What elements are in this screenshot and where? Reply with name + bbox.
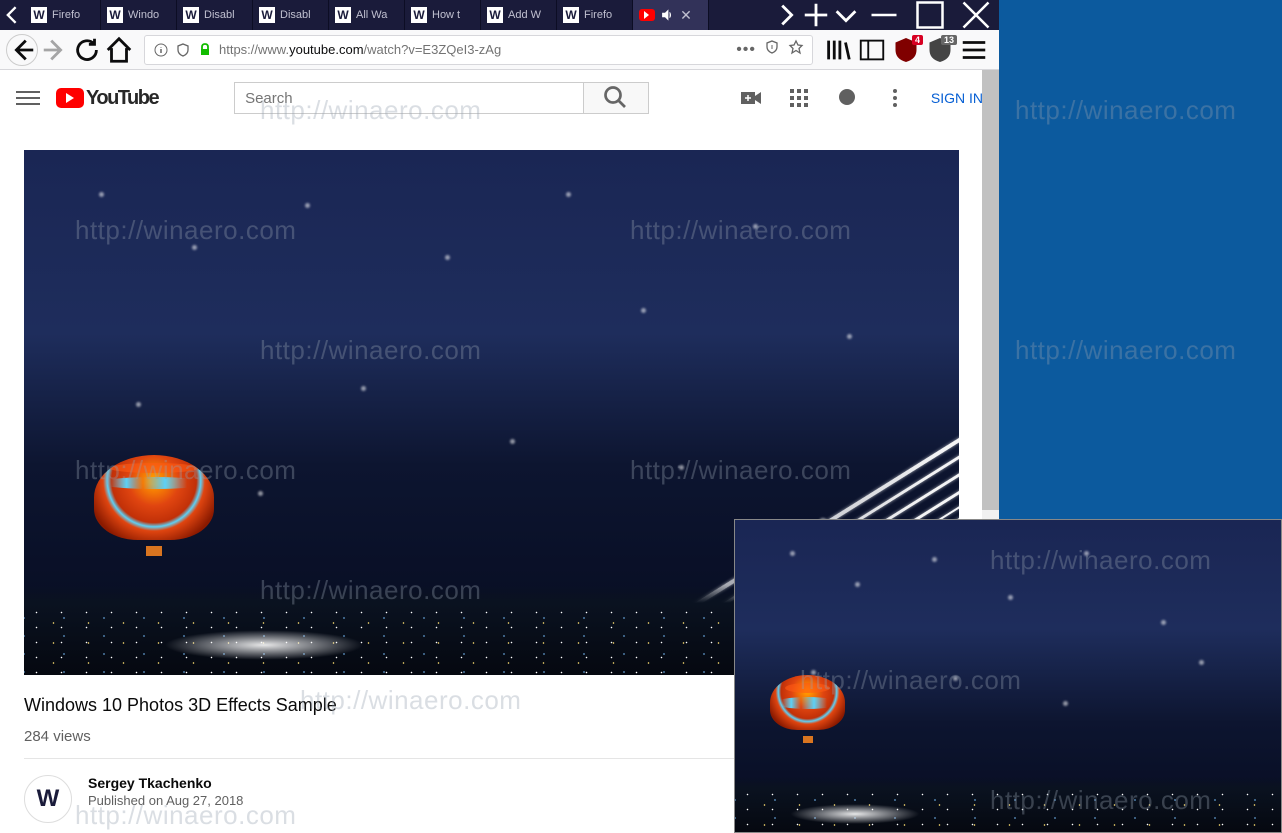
channel-avatar[interactable]: W [24, 775, 72, 823]
nav-reload[interactable] [72, 35, 102, 65]
watermark: http://winaero.com [1015, 335, 1236, 366]
favicon-winaero: W [31, 7, 47, 23]
tab-7[interactable]: W Add W [481, 0, 557, 30]
app-menu-icon[interactable] [959, 35, 989, 65]
favicon-winaero: W [563, 7, 579, 23]
window-minimize[interactable] [861, 0, 907, 30]
tab-close[interactable]: ✕ [679, 8, 693, 22]
tab-scroll-left[interactable] [0, 0, 25, 30]
page-actions-icon[interactable]: ••• [736, 41, 756, 59]
favicon-youtube [639, 9, 655, 21]
tab-label: Disabl [204, 9, 235, 21]
tab-4[interactable]: W Disabl [253, 0, 329, 30]
tab-6[interactable]: W How t [405, 0, 481, 30]
favicon-winaero: W [487, 7, 503, 23]
sidebar-icon[interactable] [857, 35, 887, 65]
tabs: W Firefo W Windo W Disabl W Disabl W All Wa W… [25, 0, 709, 30]
sign-in-button[interactable]: SIGN IN [931, 90, 983, 106]
nav-home[interactable] [104, 35, 134, 65]
bookmark-icon[interactable] [788, 39, 804, 60]
tab-label: Firefo [52, 9, 80, 21]
tab-2[interactable]: W Windo [101, 0, 177, 30]
lock-icon[interactable] [197, 42, 213, 58]
youtube-menu-icon[interactable] [16, 86, 40, 110]
url-text: https://www.youtube.com/watch?v=E3ZQeI3-… [219, 42, 730, 57]
library-icon[interactable] [823, 35, 853, 65]
youtube-logo-icon [56, 88, 84, 108]
publish-date: Published on Aug 27, 2018 [88, 793, 243, 808]
favicon-winaero: W [107, 7, 123, 23]
extension-umatrix-icon[interactable]: 13 [925, 35, 955, 65]
tracking-icon[interactable] [175, 42, 191, 58]
nav-forward [40, 35, 70, 65]
reader-icon[interactable] [764, 39, 780, 60]
youtube-search [234, 82, 649, 114]
search-input[interactable] [234, 82, 584, 114]
info-icon[interactable] [153, 42, 169, 58]
tabs-list-button[interactable] [831, 0, 861, 30]
titlebar: W Firefo W Windo W Disabl W Disabl W All Wa W… [0, 0, 999, 30]
youtube-logo-text: YouTube [86, 87, 158, 110]
window-close[interactable] [953, 0, 999, 30]
favicon-winaero: W [335, 7, 351, 23]
search-button[interactable] [584, 82, 649, 114]
tab-label: Disabl [280, 9, 311, 21]
pip-cityscape [735, 777, 1281, 832]
new-tab-button[interactable] [801, 0, 831, 30]
youtube-logo[interactable]: YouTube [56, 87, 158, 110]
tab-label: All Wa [356, 9, 387, 21]
picture-in-picture[interactable] [734, 519, 1282, 833]
apps-icon[interactable] [787, 86, 811, 110]
nav-back[interactable] [6, 34, 38, 66]
channel-name[interactable]: Sergey Tkachenko [88, 775, 243, 791]
tab-label: Firefo [584, 9, 612, 21]
badge: 4 [912, 35, 923, 45]
tab-5[interactable]: W All Wa [329, 0, 405, 30]
settings-icon[interactable] [883, 86, 907, 110]
badge: 13 [941, 35, 957, 45]
window-maximize[interactable] [907, 0, 953, 30]
tab-label: Add W [508, 9, 541, 21]
tab-active-youtube[interactable]: ✕ [633, 0, 709, 30]
favicon-winaero: W [183, 7, 199, 23]
tab-3[interactable]: W Disabl [177, 0, 253, 30]
pip-balloon [770, 675, 845, 745]
url-bar[interactable]: https://www.youtube.com/watch?v=E3ZQeI3-… [144, 35, 813, 65]
navbar: https://www.youtube.com/watch?v=E3ZQeI3-… [0, 30, 999, 70]
create-video-icon[interactable] [739, 86, 763, 110]
youtube-header: YouTube SIGN IN [0, 70, 999, 126]
messages-icon[interactable] [835, 86, 859, 110]
tab-1[interactable]: W Firefo [25, 0, 101, 30]
tab-8[interactable]: W Firefo [557, 0, 633, 30]
video-content-balloon [94, 455, 214, 560]
favicon-winaero: W [259, 7, 275, 23]
favicon-winaero: W [411, 7, 427, 23]
tab-label: How t [432, 9, 460, 21]
scrollbar-thumb[interactable] [982, 70, 999, 510]
tab-label: Windo [128, 9, 159, 21]
sound-icon[interactable] [660, 8, 674, 22]
watermark: http://winaero.com [1015, 95, 1236, 126]
tab-scroll-right[interactable] [771, 0, 801, 30]
extension-ublock-icon[interactable]: 4 [891, 35, 921, 65]
view-count: 284 views [24, 728, 91, 745]
